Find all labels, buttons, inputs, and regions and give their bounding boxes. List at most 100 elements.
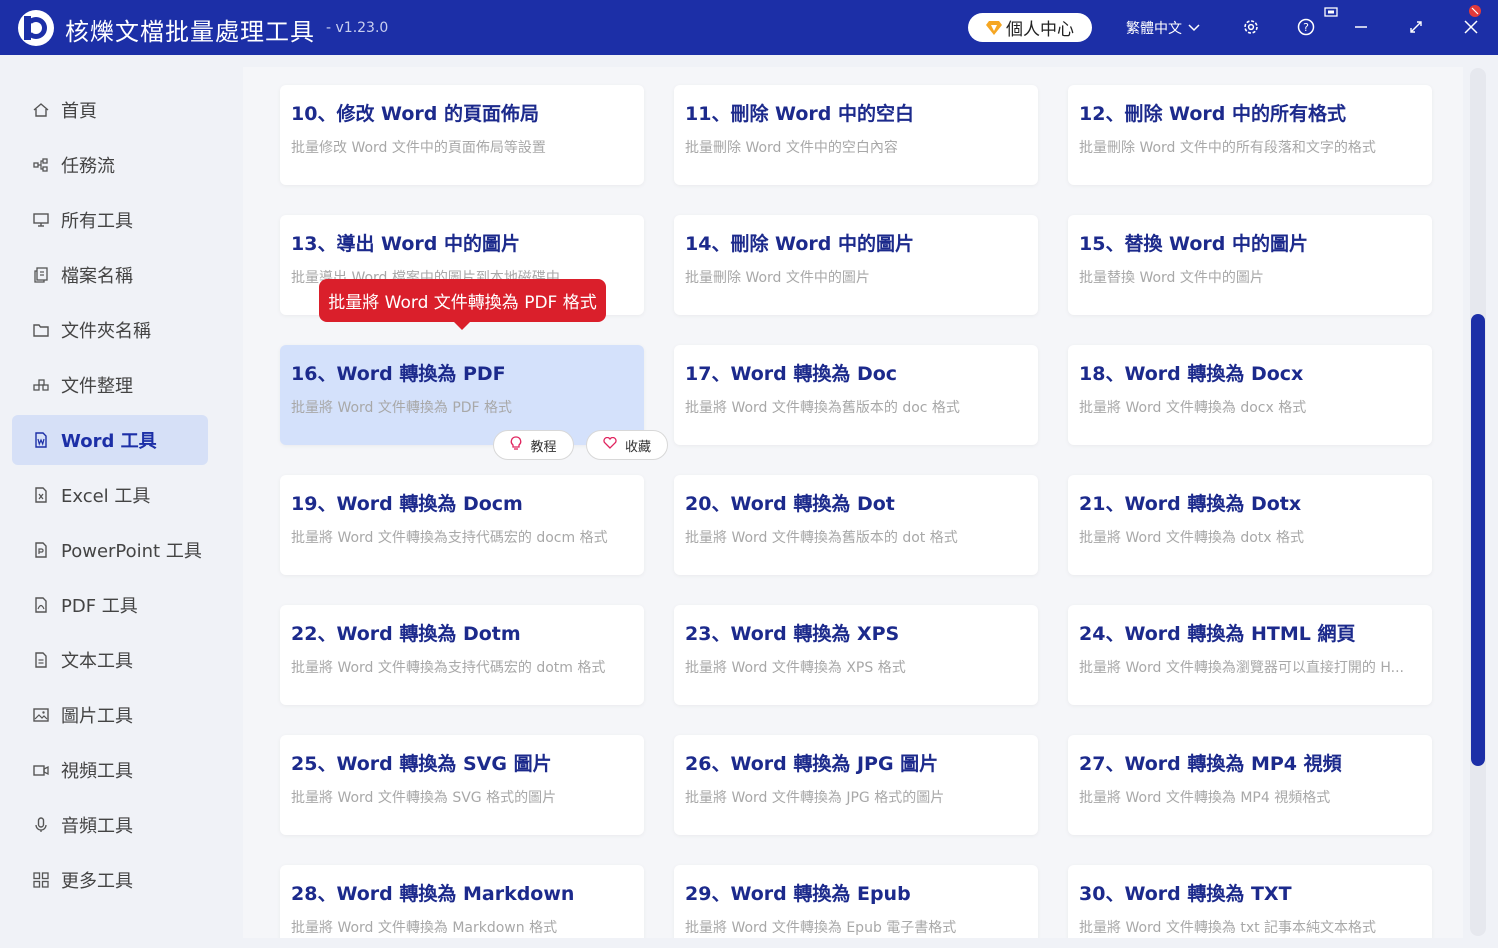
tool-card[interactable]: 11、刪除 Word 中的空白批量刪除 Word 文件中的空白內容: [674, 85, 1038, 185]
tool-card-description: 批量修改 Word 文件中的頁面佈局等設置: [291, 140, 546, 156]
text-icon: [32, 652, 49, 669]
tool-card[interactable]: 19、Word 轉換為 Docm 批量將 Word 文件轉換為支持代碼宏的 doc…: [280, 475, 644, 575]
sidebar-item-3[interactable]: 檔案名稱: [12, 250, 208, 300]
tool-card-description: 批量將 Word 文件轉換為瀏覽器可以直接打開的 H...: [1079, 660, 1404, 676]
tool-card[interactable]: 24、Word 轉換為 HTML 網頁批量將 Word 文件轉換為瀏覽器可以直接…: [1068, 605, 1432, 705]
tool-card-title: 29、Word 轉換為 Epub: [685, 883, 911, 905]
settings-gear-icon[interactable]: [1240, 16, 1262, 38]
sidebar-item-9[interactable]: PDF 工具: [12, 580, 208, 630]
sidebar-item-5[interactable]: 文件整理: [12, 360, 208, 410]
tutorial-button[interactable]: 教程: [493, 430, 574, 460]
sidebar-item-label: 音頻工具: [61, 816, 133, 837]
sidebar-item-10[interactable]: 文本工具: [12, 635, 208, 685]
sidebar-item-label: PowerPoint 工具: [61, 541, 202, 562]
tool-card[interactable]: 29、Word 轉換為 Epub 批量將 Word 文件轉換為 Epub 電子書格…: [674, 865, 1038, 938]
tool-card-title: 14、刪除 Word 中的圖片: [685, 233, 914, 255]
heart-icon: [603, 436, 617, 453]
sidebar-item-13[interactable]: 音頻工具: [12, 800, 208, 850]
tool-card-title: 24、Word 轉換為 HTML 網頁: [1079, 623, 1356, 645]
sidebar-item-8[interactable]: PowerPoint 工具: [12, 525, 208, 575]
sidebar-item-2[interactable]: 所有工具: [12, 195, 208, 245]
tool-card-description: 批量將 Word 文件轉換為 XPS 格式: [685, 660, 906, 676]
sidebar-item-6[interactable]: Word 工具: [12, 415, 208, 465]
tool-card-title: 25、Word 轉換為 SVG 圖片: [291, 753, 552, 775]
file-copy-icon: [32, 267, 49, 284]
user-center-button[interactable]: 個人中心: [968, 13, 1092, 42]
tool-card-title: 10、修改 Word 的頁面佈局: [291, 103, 539, 125]
organize-icon: [32, 377, 49, 394]
tool-card-description: 批量將 Word 文件轉換為舊版本的 doc 格式: [685, 400, 960, 416]
sidebar-item-14[interactable]: 更多工具: [12, 855, 208, 905]
sidebar-item-1[interactable]: 任務流: [12, 140, 208, 190]
monitor-icon: [32, 212, 49, 229]
language-label: 繁體中文: [1126, 21, 1182, 37]
sidebar-item-label: Excel 工具: [61, 486, 151, 507]
tool-card-description: 批量刪除 Word 文件中的圖片: [685, 270, 870, 286]
screen-icon[interactable]: [1322, 4, 1340, 20]
tool-card[interactable]: 14、刪除 Word 中的圖片批量刪除 Word 文件中的圖片: [674, 215, 1038, 315]
tool-card[interactable]: 20、Word 轉換為 Dot 批量將 Word 文件轉換為舊版本的 dot 格式: [674, 475, 1038, 575]
tool-card[interactable]: 17、Word 轉換為 Doc 批量將 Word 文件轉換為舊版本的 doc 格式: [674, 345, 1038, 445]
sidebar-item-label: 文件夾名稱: [61, 321, 151, 342]
tool-card-description: 批量將 Word 文件轉換為支持代碼宏的 docm 格式: [291, 530, 608, 546]
tool-card[interactable]: 27、Word 轉換為 MP4 視頻批量將 Word 文件轉換為 MP4 視頻格…: [1068, 735, 1432, 835]
maximize-icon[interactable]: [1405, 16, 1427, 38]
tool-card-title: 21、Word 轉換為 Dotx: [1079, 493, 1302, 515]
scrollbar-thumb[interactable]: [1471, 314, 1485, 766]
app-title: 核爍文檔批量處理工具: [65, 18, 315, 46]
tool-card-title: 16、Word 轉換為 PDF: [291, 363, 506, 385]
sidebar-item-label: 更多工具: [61, 871, 133, 892]
tool-card[interactable]: 16、Word 轉換為 PDF 批量將 Word 文件轉換為 PDF 格式: [280, 345, 644, 445]
tooltip: 批量將 Word 文件轉換為 PDF 格式: [319, 279, 606, 322]
home-icon: [32, 102, 49, 119]
sidebar-item-0[interactable]: 首頁: [12, 85, 208, 135]
tool-card[interactable]: 22、Word 轉換為 Dotm 批量將 Word 文件轉換為支持代碼宏的 dot…: [280, 605, 644, 705]
tool-card-title: 19、Word 轉換為 Docm: [291, 493, 523, 515]
word-icon: [32, 432, 49, 449]
sidebar-item-label: 首頁: [61, 101, 97, 122]
tool-card-title: 13、導出 Word 中的圖片: [291, 233, 520, 255]
app-version: - v1.23.0: [326, 20, 389, 36]
tool-card[interactable]: 25、Word 轉換為 SVG 圖片批量將 Word 文件轉換為 SVG 格式的…: [280, 735, 644, 835]
help-icon[interactable]: ?: [1295, 16, 1317, 38]
tool-card-title: 27、Word 轉換為 MP4 視頻: [1079, 753, 1342, 775]
tool-card-description: 批量將 Word 文件轉換為 SVG 格式的圖片: [291, 790, 557, 806]
sidebar-item-7[interactable]: Excel 工具: [12, 470, 208, 520]
sidebar-item-label: 檔案名稱: [61, 266, 133, 287]
tool-card[interactable]: 23、Word 轉換為 XPS 批量將 Word 文件轉換為 XPS 格式: [674, 605, 1038, 705]
tool-card-description: 批量將 Word 文件轉換為 docx 格式: [1079, 400, 1307, 416]
workflow-icon: [32, 157, 49, 174]
tool-card-title: 18、Word 轉換為 Docx: [1079, 363, 1304, 385]
language-selector[interactable]: 繁體中文: [1126, 18, 1200, 38]
sidebar-item-label: PDF 工具: [61, 596, 138, 617]
tool-card-description: 批量將 Word 文件轉換為 MP4 視頻格式: [1079, 790, 1331, 806]
sidebar-item-11[interactable]: 圖片工具: [12, 690, 208, 740]
chevron-down-icon: [1188, 20, 1200, 36]
tool-card[interactable]: 26、Word 轉換為 JPG 圖片 批量將 Word 文件轉換為 JPG 格式的…: [674, 735, 1038, 835]
favorite-button[interactable]: 收藏: [586, 430, 668, 460]
tool-card-title: 17、Word 轉換為 Doc: [685, 363, 898, 385]
video-icon: [32, 762, 49, 779]
tool-card-description: 批量將 Word 文件轉換為 txt 記事本純文本格式: [1079, 920, 1377, 936]
title-bar: 核爍文檔批量處理工具 - v1.23.0 個人中心 繁體中文 ?: [0, 0, 1498, 55]
sidebar-item-4[interactable]: 文件夾名稱: [12, 305, 208, 355]
pdf-icon: [32, 597, 49, 614]
tool-card-title: 11、刪除 Word 中的空白: [685, 103, 914, 125]
minimize-icon[interactable]: [1350, 16, 1372, 38]
sidebar-item-12[interactable]: 視頻工具: [12, 745, 208, 795]
tool-card[interactable]: 18、Word 轉換為 Docx 批量將 Word 文件轉換為 docx 格式: [1068, 345, 1432, 445]
tool-card[interactable]: 30、Word 轉換為 TXT 批量將 Word 文件轉換為 txt 記事本純文本…: [1068, 865, 1432, 938]
tool-card[interactable]: 21、Word 轉換為 Dotx 批量將 Word 文件轉換為 dotx 格式: [1068, 475, 1432, 575]
tool-card[interactable]: 15、替換 Word 中的圖片 批量替換 Word 文件中的圖片: [1068, 215, 1432, 315]
tool-card[interactable]: 10、修改 Word 的頁面佈局批量修改 Word 文件中的頁面佈局等設置: [280, 85, 644, 185]
tool-card-title: 22、Word 轉換為 Dotm: [291, 623, 521, 645]
notification-badge-icon[interactable]: [1466, 2, 1484, 20]
tool-card-title: 28、Word 轉換為 Markdown: [291, 883, 575, 905]
sidebar-item-label: 文件整理: [61, 376, 133, 397]
tool-card[interactable]: 28、Word 轉換為 Markdown 批量將 Word 文件轉換為 Markd…: [280, 865, 644, 938]
svg-text:?: ?: [1303, 21, 1309, 34]
tool-card[interactable]: 12、刪除 Word 中的所有格式 批量刪除 Word 文件中的所有段落和文字的格…: [1068, 85, 1432, 185]
tool-card-title: 23、Word 轉換為 XPS: [685, 623, 900, 645]
sidebar-item-label: 任務流: [61, 156, 115, 177]
tool-card-description: 批量刪除 Word 文件中的空白內容: [685, 140, 898, 156]
